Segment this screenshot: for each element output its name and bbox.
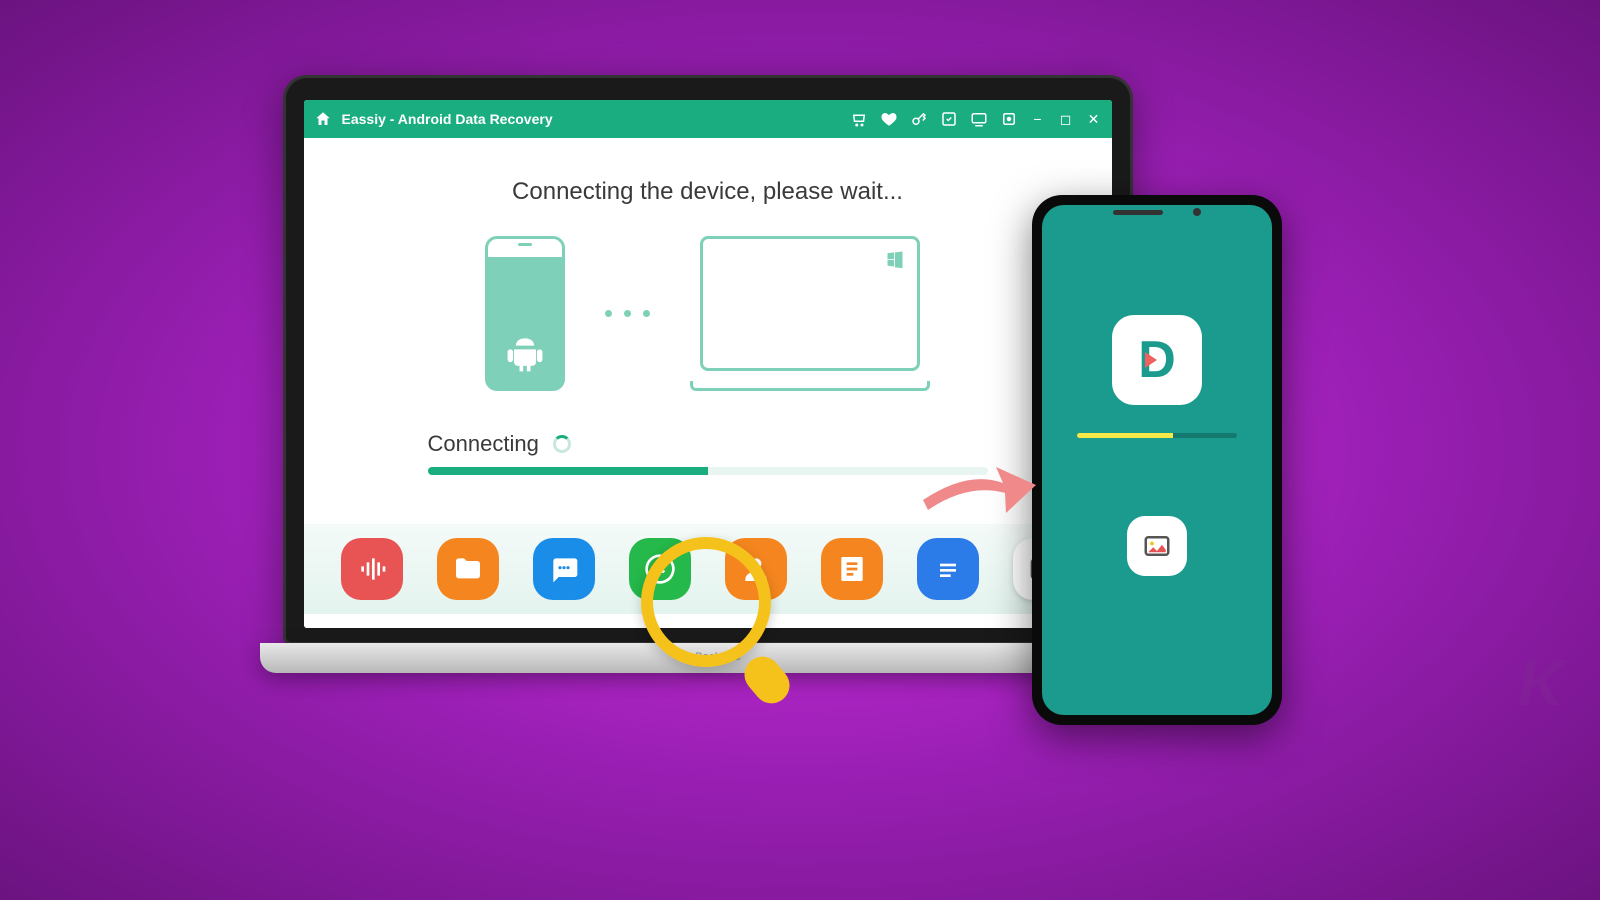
phone-screen: D bbox=[1042, 205, 1272, 715]
windows-icon bbox=[885, 249, 905, 269]
register-icon[interactable] bbox=[940, 110, 958, 128]
laptop-device: Eassiy - Android Data Recovery − ◻ ✕ Con… bbox=[260, 75, 1155, 725]
dock-messages[interactable] bbox=[533, 538, 595, 600]
arrow-icon bbox=[918, 455, 1038, 525]
dock-files[interactable] bbox=[437, 538, 499, 600]
folder-icon bbox=[452, 553, 484, 585]
messages-icon bbox=[548, 553, 580, 585]
whatsapp-icon bbox=[644, 553, 676, 585]
android-icon bbox=[503, 328, 547, 378]
illustration-phone bbox=[485, 236, 565, 391]
close-button[interactable]: ✕ bbox=[1086, 111, 1102, 127]
illustration-dots bbox=[605, 310, 650, 317]
phone-device: D bbox=[1032, 195, 1282, 725]
phone-gallery-tile[interactable] bbox=[1127, 516, 1187, 576]
dock-documents[interactable] bbox=[917, 538, 979, 600]
app-title: Eassiy - Android Data Recovery bbox=[342, 111, 553, 127]
gallery-icon bbox=[1142, 531, 1172, 561]
update-icon[interactable] bbox=[1000, 110, 1018, 128]
progress-fill bbox=[428, 467, 708, 475]
audio-icon bbox=[356, 553, 388, 585]
contact-icon bbox=[740, 553, 772, 585]
key-icon[interactable] bbox=[910, 110, 928, 128]
app-content: Connecting the device, please wait... bbox=[304, 138, 1112, 628]
phone-progress-fill bbox=[1077, 433, 1173, 438]
spinner-icon bbox=[553, 435, 571, 453]
category-dock bbox=[304, 524, 1112, 614]
progress-label: Connecting bbox=[428, 431, 539, 457]
home-icon[interactable] bbox=[314, 110, 332, 128]
dock-audio[interactable] bbox=[341, 538, 403, 600]
dock-notes[interactable] bbox=[821, 538, 883, 600]
illustration-laptop bbox=[690, 236, 930, 391]
dock-contacts[interactable] bbox=[725, 538, 787, 600]
app-window: Eassiy - Android Data Recovery − ◻ ✕ Con… bbox=[304, 100, 1112, 628]
laptop-bezel: Eassiy - Android Data Recovery − ◻ ✕ Con… bbox=[283, 75, 1133, 645]
laptop-model-label: MacBook Pro bbox=[260, 643, 1155, 663]
phone-app-logo: D bbox=[1112, 315, 1202, 405]
laptop-base: MacBook Pro bbox=[260, 643, 1155, 673]
notes-icon bbox=[836, 553, 868, 585]
heart-icon[interactable] bbox=[880, 110, 898, 128]
maximize-button[interactable]: ◻ bbox=[1058, 111, 1074, 127]
feedback-icon[interactable] bbox=[970, 110, 988, 128]
progress-bar bbox=[428, 467, 988, 475]
dock-whatsapp[interactable] bbox=[629, 538, 691, 600]
watermark: K bbox=[1518, 646, 1564, 720]
document-icon bbox=[932, 553, 964, 585]
titlebar: Eassiy - Android Data Recovery − ◻ ✕ bbox=[304, 100, 1112, 138]
connection-illustration bbox=[485, 236, 930, 391]
minimize-button[interactable]: − bbox=[1030, 111, 1046, 127]
progress-section: Connecting bbox=[428, 431, 988, 475]
phone-notch bbox=[1113, 208, 1201, 216]
phone-progress-bar bbox=[1077, 433, 1237, 438]
cart-icon[interactable] bbox=[850, 110, 868, 128]
status-headline: Connecting the device, please wait... bbox=[512, 178, 903, 206]
